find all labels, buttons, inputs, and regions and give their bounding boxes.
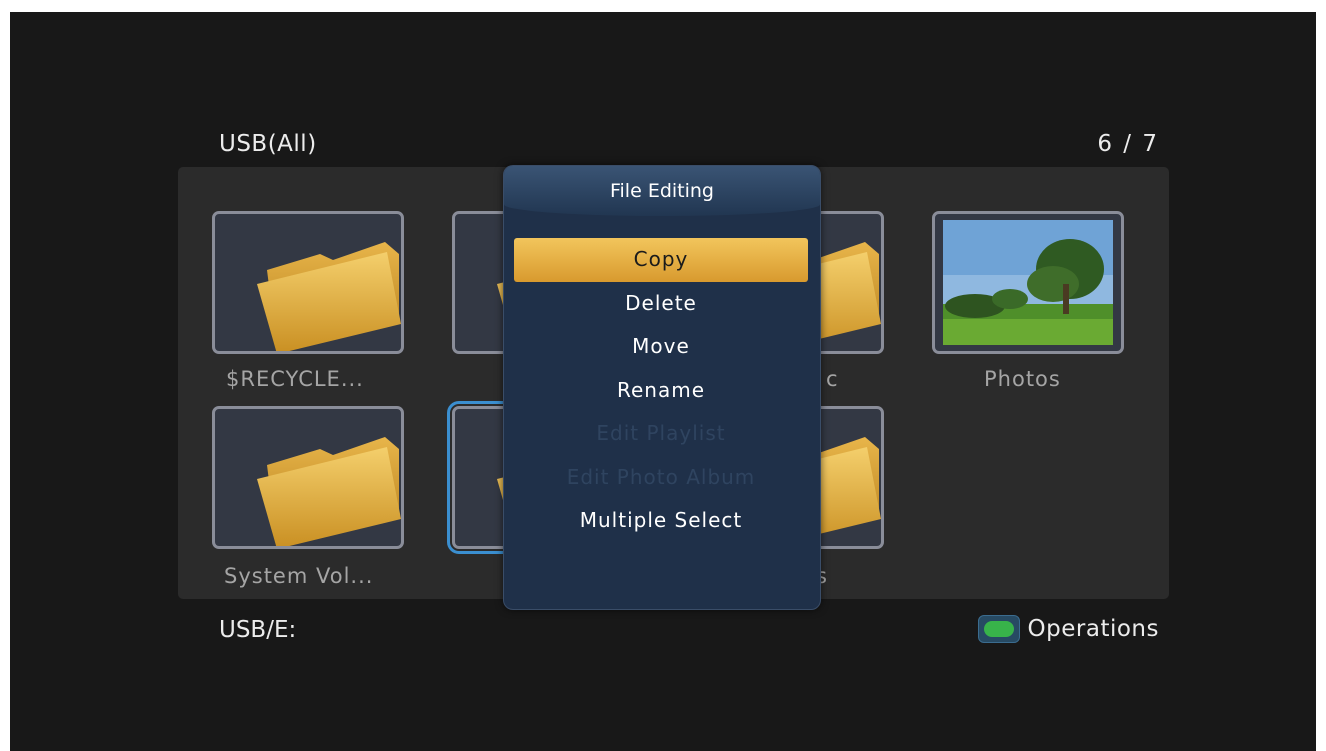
- green-key-icon: [977, 615, 1020, 643]
- tile-label-3: c: [826, 367, 839, 391]
- source-label: USB(All): [219, 131, 317, 157]
- folder-tile-system[interactable]: [212, 406, 404, 549]
- folder-tile-recycle[interactable]: [212, 211, 404, 354]
- menu-item-rename[interactable]: Rename: [514, 369, 808, 413]
- photo-thumbnail: [943, 220, 1113, 345]
- dialog-header: File Editing: [504, 166, 820, 216]
- menu-item-move[interactable]: Move: [514, 325, 808, 369]
- folder-icon: [257, 437, 401, 546]
- path-label: USB/E:: [219, 617, 297, 643]
- menu-item-delete[interactable]: Delete: [514, 282, 808, 326]
- menu-item-edit-photo-album: Edit Photo Album: [566, 464, 756, 489]
- folder-icon: [257, 242, 401, 351]
- tile-label-recycle: $RECYCLE...: [226, 367, 364, 391]
- tile-label-photos: Photos: [984, 367, 1061, 391]
- dialog-title: File Editing: [609, 180, 714, 202]
- menu-item-multiple-select[interactable]: Multiple Select: [514, 499, 808, 543]
- file-editing-dialog: File Editing Copy Delete Move Rename Edi…: [503, 165, 821, 610]
- photos-tile[interactable]: [932, 211, 1124, 354]
- menu-item-edit-playlist: Edit Playlist: [596, 421, 726, 445]
- operations-hint[interactable]: Operations: [977, 615, 1159, 643]
- menu-item-copy[interactable]: Copy: [514, 238, 808, 282]
- operations-label: Operations: [1027, 616, 1159, 642]
- tile-label-system: System Vol...: [224, 564, 374, 588]
- dialog-menu: Copy Delete Move Rename Edit Playlist Ed…: [514, 238, 808, 543]
- page-counter: 6 / 7: [1097, 131, 1159, 157]
